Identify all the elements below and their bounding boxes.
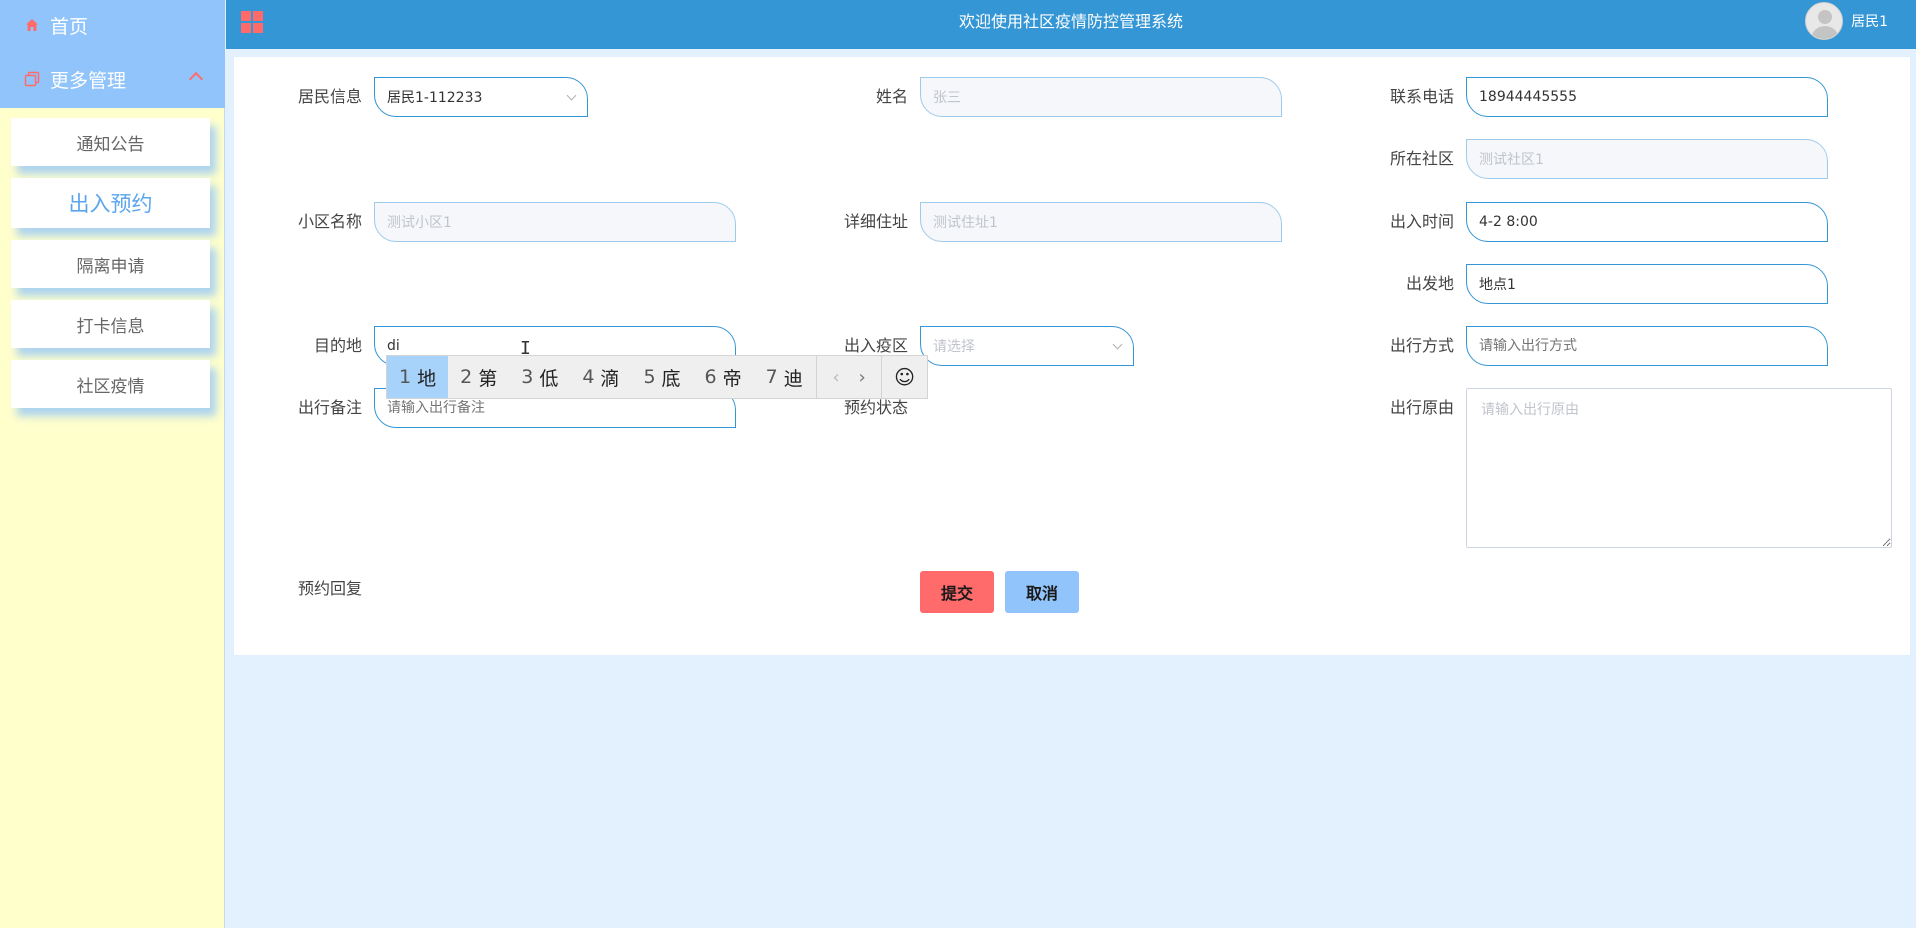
community-field: 测试社区1 [1466, 139, 1828, 179]
ime-candidate[interactable]: 6帝 [693, 356, 754, 398]
origin-field[interactable] [1466, 264, 1828, 304]
ime-candidate[interactable]: 4滴 [570, 356, 631, 398]
origin-label: 出发地 [1405, 274, 1454, 293]
time-field[interactable] [1466, 202, 1828, 242]
sidebar-item-home[interactable]: 首页 [0, 0, 225, 50]
chevron-right-icon[interactable]: › [849, 367, 875, 388]
avatar[interactable] [1805, 2, 1844, 40]
username: 居民1 [1851, 14, 1888, 30]
estate-field: 测试小区1 [374, 202, 736, 242]
mode-label: 出行方式 [1389, 336, 1454, 355]
ime-candidate[interactable]: 5底 [631, 356, 692, 398]
remark-input[interactable] [387, 400, 735, 416]
resident-info-value: 居民1-112233 [387, 90, 483, 106]
sidebar-item-community-epidemic[interactable]: 社区疫情 [11, 360, 210, 408]
ime-candidate-bar: 1地 2第 3低 4滴 5底 6帝 7迪 ‹ › ☺ [386, 355, 928, 399]
chevron-down-icon [1112, 339, 1123, 350]
name-label: 姓名 [875, 87, 908, 106]
sidebar: 首页 更多管理 通知公告 出入预约 隔离申请 打卡信息 社区疫情 [0, 0, 225, 928]
sidebar-item-access-booking[interactable]: 出入预约 [11, 178, 210, 228]
sidebar-submenu: 通知公告 出入预约 隔离申请 打卡信息 社区疫情 [0, 108, 224, 408]
time-label: 出入时间 [1389, 212, 1454, 231]
ime-candidate[interactable]: 7迪 [754, 356, 815, 398]
ime-pager: ‹ › [816, 356, 881, 398]
mode-field[interactable] [1466, 326, 1828, 366]
sidebar-item-label: 通知公告 [76, 134, 145, 155]
resident-info-select[interactable]: 居民1-112233 [374, 77, 588, 117]
estate-label: 小区名称 [297, 212, 362, 231]
address-label: 详细住址 [843, 212, 908, 231]
community-label: 所在社区 [1389, 149, 1454, 168]
phone-label: 联系电话 [1389, 87, 1454, 106]
reply-label: 预约回复 [297, 579, 362, 598]
community-value: 测试社区1 [1479, 152, 1544, 168]
phone-field[interactable] [1466, 77, 1828, 117]
sidebar-item-label: 打卡信息 [76, 316, 145, 337]
phone-input[interactable] [1479, 89, 1827, 105]
ime-candidate[interactable]: 2第 [448, 356, 509, 398]
emoji-icon[interactable]: ☺ [881, 356, 927, 398]
estate-value: 测试小区1 [387, 215, 452, 231]
page-title: 欢迎使用社区疫情防控管理系统 [958, 12, 1183, 31]
home-icon [24, 17, 40, 33]
sidebar-item-label: 社区疫情 [76, 376, 145, 397]
zone-label: 出入疫区 [843, 336, 908, 355]
sidebar-header: 首页 更多管理 [0, 0, 225, 108]
status-label: 预约状态 [843, 398, 908, 417]
remark-label: 出行备注 [297, 398, 362, 417]
submit-button[interactable]: 提交 [920, 571, 994, 613]
chevron-up-icon [188, 71, 204, 87]
time-input[interactable] [1479, 214, 1827, 230]
zone-placeholder: 请选择 [933, 339, 975, 355]
top-header: 欢迎使用社区疫情防控管理系统 居民1 [226, 0, 1916, 49]
ime-candidate[interactable]: 1地 [387, 356, 449, 398]
name-value: 张三 [933, 90, 961, 106]
address-field: 测试住址1 [920, 202, 1282, 242]
sidebar-item-quarantine[interactable]: 隔离申请 [11, 240, 210, 288]
sidebar-item-more[interactable]: 更多管理 [0, 50, 225, 108]
resident-info-label: 居民信息 [297, 87, 362, 106]
sidebar-home-label: 首页 [50, 15, 89, 38]
user-menu[interactable]: 居民1 [1805, 2, 1888, 40]
sidebar-item-label: 出入预约 [68, 192, 153, 216]
sidebar-item-notices[interactable]: 通知公告 [11, 118, 210, 166]
reason-textarea[interactable] [1466, 388, 1892, 548]
reason-label: 出行原由 [1389, 398, 1454, 417]
mode-input[interactable] [1479, 338, 1827, 354]
zone-select[interactable]: 请选择 [920, 326, 1134, 366]
ime-candidate[interactable]: 3低 [509, 356, 570, 398]
chevron-left-icon[interactable]: ‹ [823, 367, 849, 388]
origin-input[interactable] [1479, 276, 1827, 292]
name-field: 张三 [920, 77, 1282, 117]
destination-input[interactable] [387, 338, 735, 354]
destination-label: 目的地 [313, 336, 362, 355]
copy-icon [24, 71, 40, 87]
sidebar-more-label: 更多管理 [50, 69, 127, 92]
sidebar-item-label: 隔离申请 [76, 256, 145, 277]
address-value: 测试住址1 [933, 215, 998, 231]
sidebar-item-checkin[interactable]: 打卡信息 [11, 300, 210, 348]
cancel-button[interactable]: 取消 [1005, 571, 1079, 613]
